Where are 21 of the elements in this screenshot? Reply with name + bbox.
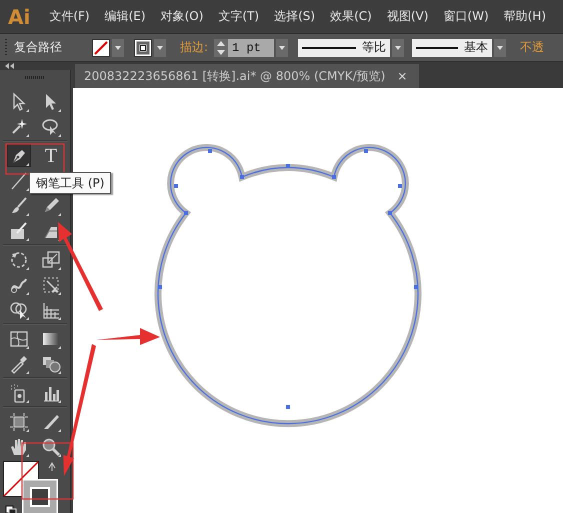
document-tab[interactable]: 200832223656861 [转换].ai* @ 800% (CMYK/预览) × — [75, 64, 420, 88]
type-tool-button[interactable]: T — [39, 144, 63, 167]
width-profile-dropdown[interactable]: 等比 — [298, 38, 390, 56]
menu-item[interactable]: 对象(O) — [156, 5, 208, 28]
selection-type-label: 复合路径 — [14, 39, 63, 56]
document-title: 200832223656861 [转换].ai* @ 800% (CMYK/预览) — [84, 68, 386, 84]
stroke-label: 描边: — [180, 39, 208, 56]
brush-dropdown[interactable]: 基本 — [412, 38, 492, 56]
stroke-weight-field[interactable]: 1 pt — [228, 38, 274, 56]
app-logo: Ai — [8, 4, 30, 28]
menu-item[interactable]: 编辑(E) — [100, 5, 150, 28]
menu-item[interactable]: 窗口(W) — [439, 5, 493, 28]
menu-item[interactable]: 文件(F) — [45, 5, 94, 28]
opacity-label: 不透 — [520, 39, 544, 56]
close-button[interactable]: × — [397, 69, 408, 83]
menu-item[interactable]: 效果(C) — [326, 5, 376, 28]
menu-item[interactable]: 帮助(H) — [500, 5, 550, 28]
menu-item[interactable]: 文字(T) — [214, 5, 264, 28]
menu-item[interactable]: 视图(V) — [382, 5, 432, 28]
menu-item[interactable]: 选择(S) — [270, 5, 320, 28]
tooltip: 钢笔工具 (P) — [29, 172, 112, 194]
